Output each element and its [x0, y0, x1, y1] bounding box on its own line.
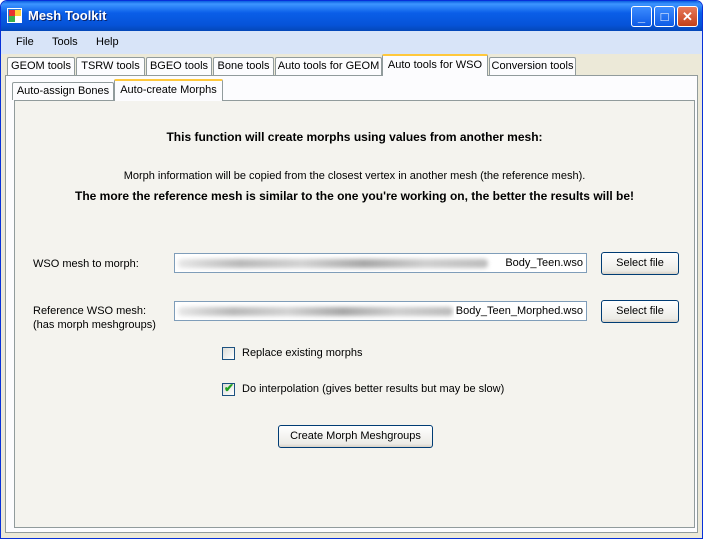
window-title: Mesh Toolkit	[28, 8, 107, 23]
wso-mesh-filename: Body_Teen.wso	[503, 257, 583, 269]
close-button[interactable]: ✕	[677, 6, 698, 27]
tab-auto-tools-geom[interactable]: Auto tools for GEOM	[275, 57, 382, 75]
select-reference-file-button[interactable]: Select file	[601, 300, 679, 323]
reference-mesh-sublabel: (has morph meshgroups)	[33, 319, 156, 331]
minimize-button[interactable]: _	[631, 6, 652, 27]
reference-mesh-path-field[interactable]: Body_Teen_Morphed.wso	[174, 301, 587, 321]
checkmark-icon: ✔	[224, 381, 235, 395]
create-morph-meshgroups-button[interactable]: Create Morph Meshgroups	[278, 425, 433, 448]
tab-geom-tools[interactable]: GEOM tools	[7, 57, 75, 75]
tab-bone-tools[interactable]: Bone tools	[213, 57, 274, 75]
select-wso-file-button[interactable]: Select file	[601, 252, 679, 275]
wso-mesh-path-field[interactable]: Body_Teen.wso	[174, 253, 587, 273]
menu-bar: File Tools Help	[1, 31, 702, 54]
replace-morphs-checkbox[interactable]	[222, 347, 235, 360]
tab-tsrw-tools[interactable]: TSRW tools	[76, 57, 145, 75]
tab-auto-tools-wso[interactable]: Auto tools for WSO	[382, 54, 488, 76]
panel-heading: This function will create morphs using v…	[166, 130, 543, 144]
reference-mesh-label: Reference WSO mesh:	[33, 305, 147, 317]
wso-mesh-label: WSO mesh to morph:	[33, 258, 139, 270]
tab-conversion-tools[interactable]: Conversion tools	[489, 57, 576, 75]
app-icon	[7, 8, 22, 23]
interpolation-label[interactable]: Do interpolation (gives better results b…	[242, 383, 504, 395]
menu-help[interactable]: Help	[96, 36, 119, 48]
auto-create-morphs-panel: This function will create morphs using v…	[14, 100, 695, 528]
tab-bgeo-tools[interactable]: BGEO tools	[146, 57, 212, 75]
title-bar[interactable]: Mesh Toolkit _ □ ✕	[1, 1, 702, 31]
emphasis-text: The more the reference mesh is similar t…	[75, 189, 634, 203]
menu-tools[interactable]: Tools	[52, 36, 78, 48]
main-window: Mesh Toolkit _ □ ✕ File Tools Help GEOM …	[0, 0, 703, 539]
main-tab-strip: GEOM tools TSRW tools BGEO tools Bone to…	[1, 54, 702, 76]
maximize-button[interactable]: □	[654, 6, 675, 27]
replace-morphs-label[interactable]: Replace existing morphs	[242, 347, 362, 359]
redacted-path	[178, 259, 488, 268]
info-text: Morph information will be copied from th…	[123, 170, 586, 182]
tab-auto-assign-bones[interactable]: Auto-assign Bones	[12, 82, 114, 100]
menu-file[interactable]: File	[16, 36, 34, 48]
tab-content-panel: Auto-assign Bones Auto-create Morphs Thi…	[5, 75, 698, 533]
redacted-path	[178, 307, 453, 316]
tab-auto-create-morphs[interactable]: Auto-create Morphs	[114, 79, 223, 101]
reference-mesh-filename: Body_Teen_Morphed.wso	[453, 305, 583, 317]
interpolation-checkbox[interactable]: ✔	[222, 381, 235, 396]
